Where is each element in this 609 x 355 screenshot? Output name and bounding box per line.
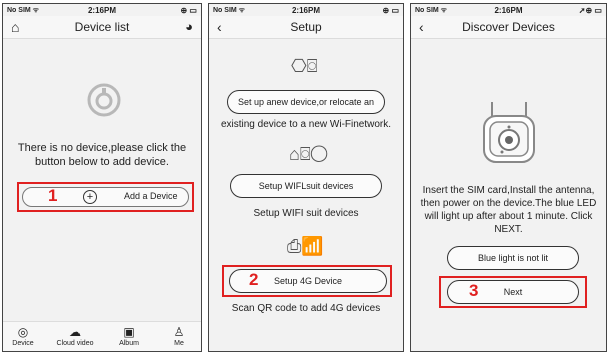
cloud-icon: ☁	[69, 325, 81, 339]
nav-bar: ‹ Setup	[209, 16, 403, 39]
empty-message: There is no device,please click the butt…	[17, 142, 187, 168]
setup-new-device-text: existing device to a new Wi-Finetwork.	[220, 119, 392, 130]
tab-label: Device	[12, 340, 34, 347]
setup-wifi-suit-text: Setup WIFI suit devices	[253, 208, 359, 219]
setup-screen: No SIM ᯤ 2:16PM ⊕ ▭ ‹ Setup ⎔⌼ Set up an…	[208, 3, 404, 352]
step-number: 1	[48, 186, 58, 205]
battery-icon: ➚⊕ ▭	[578, 5, 602, 15]
tab-album[interactable]: ▣ Album	[109, 324, 149, 347]
tab-label: Me	[174, 340, 184, 347]
setup-wifi-suit-button[interactable]: Setup WIFLsuit devices	[230, 174, 382, 198]
camera-icon: ⎔⌼	[291, 56, 318, 76]
tab-device[interactable]: ◎ Device	[3, 324, 43, 347]
tab-label: Album	[119, 340, 139, 347]
battery-icon: ⊕ ▭	[382, 5, 399, 15]
nav-bar: ‹ Discover Devices	[411, 16, 606, 39]
nav-bar: ⌂ Device list ◕	[3, 16, 201, 39]
clock: 2:16PM	[87, 5, 116, 15]
carrier-label: No SIM ᯤ	[415, 6, 448, 14]
back-icon[interactable]: ‹	[217, 19, 222, 35]
device-list-screen: No SIM ᯤ 2:16PM ⊕ ▭ ⌂ Device list ◕ Ther…	[2, 3, 202, 352]
person-icon: ♙	[173, 325, 185, 339]
4g-camera-icon: ⎙📶	[287, 236, 324, 256]
plus-icon: +	[83, 190, 97, 204]
carrier-label: No SIM ᯤ	[7, 6, 40, 14]
next-label: Next	[503, 287, 523, 297]
tab-bar: ◎ Device ☁ Cloud video ▣ Album ♙ Me	[3, 321, 201, 351]
status-bar: No SIM ᯤ 2:16PM ⊕ ▭	[3, 4, 201, 16]
blue-light-not-lit-button[interactable]: Blue light is not lit	[447, 246, 579, 270]
image-icon: ▣	[123, 325, 135, 339]
page-title: Setup	[290, 20, 322, 34]
next-button[interactable]: Next	[447, 280, 579, 304]
status-bar: No SIM ᯤ 2:16PM ➚⊕ ▭	[411, 4, 606, 16]
add-device-label: Add a Device	[124, 191, 178, 201]
tab-label: Cloud video	[56, 340, 94, 347]
camera-icon: ◎	[17, 325, 29, 339]
back-icon[interactable]: ‹	[419, 19, 424, 35]
status-bar: No SIM ᯤ 2:16PM ⊕ ▭	[209, 4, 403, 16]
wifi-suit-icon: ⌂⌼◯	[289, 144, 328, 164]
setup-4g-label: Setup 4G Device	[273, 276, 343, 286]
discover-devices-screen: No SIM ᯤ 2:16PM ➚⊕ ▭ ‹ Discover Devices …	[410, 3, 607, 352]
4g-camera-illustration	[483, 102, 535, 163]
clock: 2:16PM	[494, 5, 523, 15]
page-title: Device list	[74, 20, 130, 34]
carrier-label: No SIM ᯤ	[213, 6, 246, 14]
setup-4g-text: Scan QR code to add 4G devices	[231, 303, 381, 314]
setup-new-device-button[interactable]: Set up anew device,or relocate an	[227, 90, 385, 114]
tab-cloud-video[interactable]: ☁ Cloud video	[55, 324, 95, 347]
empty-device-icon	[87, 83, 121, 117]
instructions-text: Insert the SIM card,Install the antenna,…	[420, 185, 597, 235]
step-number: 3	[469, 281, 479, 300]
add-device-highlight: 1 + Add a Device	[17, 182, 194, 212]
clock: 2:16PM	[291, 5, 320, 15]
battery-icon: ⊕ ▭	[180, 5, 197, 15]
tab-me[interactable]: ♙ Me	[159, 324, 199, 347]
page-title: Discover Devices	[462, 20, 555, 34]
step-number: 2	[249, 270, 259, 289]
home-icon[interactable]: ⌂	[11, 19, 19, 35]
add-device-icon[interactable]: ◕	[185, 19, 193, 34]
